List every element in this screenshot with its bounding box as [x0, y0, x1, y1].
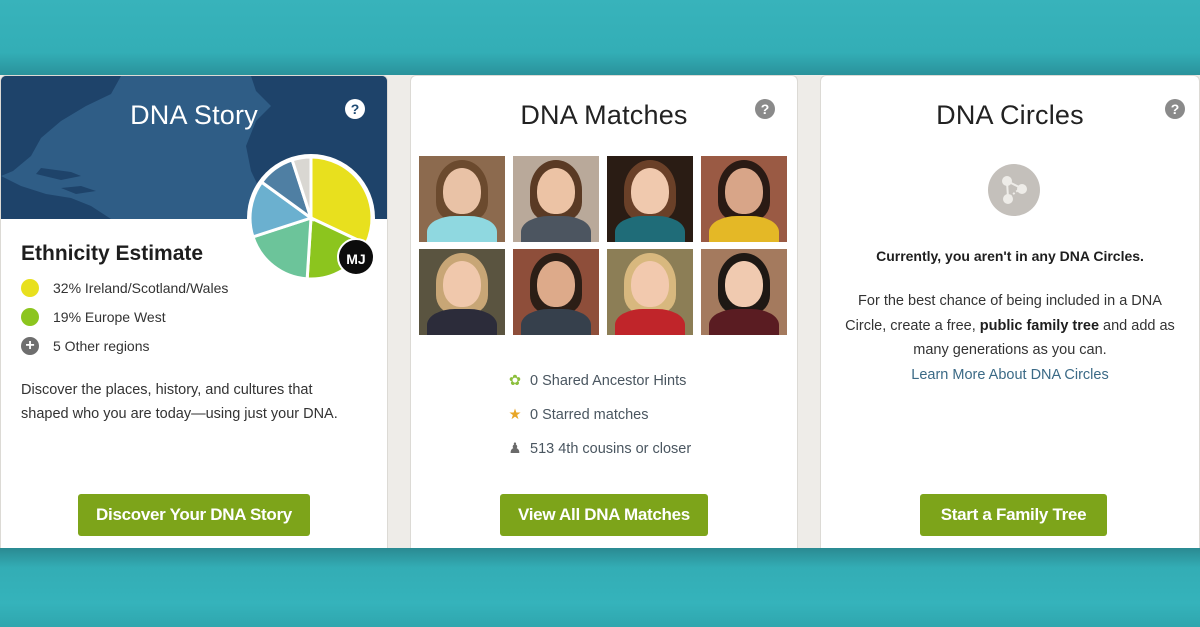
stat-label: 0 Starred matches — [530, 407, 649, 423]
dna-circles-icon — [988, 164, 1040, 216]
people-icon: ♟ — [508, 441, 522, 457]
shared-ancestor-hints-link[interactable]: ✿ 0 Shared Ancestor Hints — [506, 373, 686, 389]
match-photo[interactable] — [607, 249, 693, 335]
dna-circles-card: DNA Circles ? Currently, you aren't in a… — [820, 75, 1200, 548]
region-row[interactable]: 32% Ireland/Scotland/Wales — [21, 279, 228, 297]
match-photo[interactable] — [701, 156, 787, 242]
user-avatar[interactable]: MJ — [337, 238, 375, 276]
bottom-banner — [0, 548, 1200, 627]
top-banner — [0, 0, 1200, 75]
match-photo[interactable] — [419, 156, 505, 242]
other-regions-row[interactable]: + 5 Other regions — [21, 337, 150, 355]
circles-status: Currently, you aren't in any DNA Circles… — [876, 248, 1144, 264]
color-dot-icon — [21, 279, 39, 297]
dna-story-card: DNA Story ? MJ Ethnicity Estimate 32% Ir… — [0, 75, 388, 548]
match-photo[interactable] — [513, 249, 599, 335]
card-title: DNA Circles — [936, 100, 1084, 130]
help-icon[interactable]: ? — [1165, 99, 1185, 119]
dna-matches-card: DNA Matches ? ✿ 0 Shared Ancestor Hints — [410, 75, 798, 548]
leaf-icon: ✿ — [508, 373, 522, 389]
region-label: 19% Europe West — [53, 309, 166, 325]
learn-more-link[interactable]: Learn More About DNA Circles — [911, 367, 1108, 383]
discover-dna-story-button[interactable]: Discover Your DNA Story — [78, 494, 310, 536]
start-family-tree-button[interactable]: Start a Family Tree — [920, 494, 1107, 536]
star-icon: ★ — [508, 407, 522, 423]
card-title: DNA Story — [130, 100, 258, 130]
match-photo[interactable] — [701, 249, 787, 335]
match-photo[interactable] — [513, 156, 599, 242]
card-title: DNA Matches — [520, 100, 688, 130]
color-dot-icon — [21, 308, 39, 326]
view-all-dna-matches-button[interactable]: View All DNA Matches — [500, 494, 708, 536]
ethnicity-estimate-heading: Ethnicity Estimate — [21, 242, 204, 265]
stat-label: 513 4th cousins or closer — [530, 441, 692, 457]
story-description: Discover the places, history, and cultur… — [21, 382, 338, 422]
help-icon[interactable]: ? — [345, 99, 365, 119]
circles-description: For the best chance of being included in… — [841, 289, 1179, 387]
starred-matches-link[interactable]: ★ 0 Starred matches — [506, 407, 649, 423]
stat-label: 0 Shared Ancestor Hints — [530, 373, 687, 389]
help-icon[interactable]: ? — [755, 99, 775, 119]
region-label: 5 Other regions — [53, 338, 150, 354]
plus-circle-icon: + — [21, 337, 39, 355]
match-photo[interactable] — [419, 249, 505, 335]
cousins-count-link[interactable]: ♟ 513 4th cousins or closer — [506, 441, 692, 457]
match-photos-grid — [419, 156, 787, 335]
desc-bold-text: public family tree — [979, 317, 1100, 334]
region-label: 32% Ireland/Scotland/Wales — [53, 280, 229, 296]
match-photo[interactable] — [607, 156, 693, 242]
region-row[interactable]: 19% Europe West — [21, 308, 166, 326]
